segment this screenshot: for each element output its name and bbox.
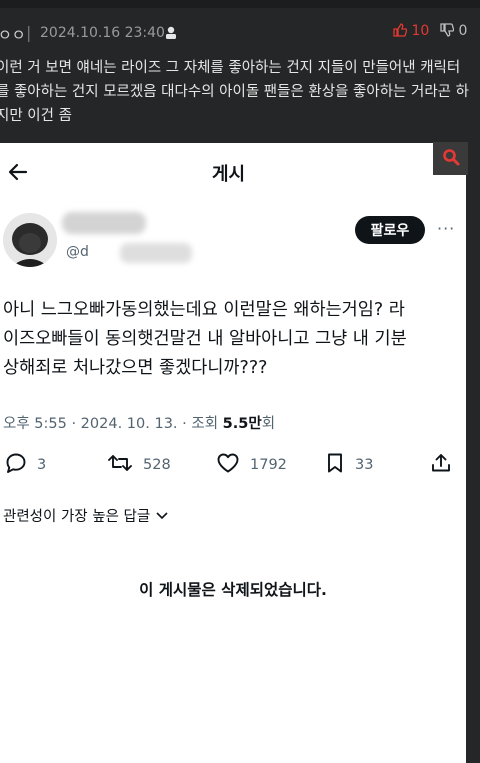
bookmark-count: 33 [355,457,374,473]
post-meta-bar: ㅇㅇ | 2024.10.16 23:40 10 0 [0,20,480,48]
back-arrow-icon[interactable] [6,160,30,184]
replies-sort-dropdown[interactable]: 관련성이 가장 높은 답글 [3,505,169,526]
tweet-line: 아니 느그오빠가동의했는데요 이런말은 왜하는거임? 라 [3,300,405,320]
like-count: 1792 [250,457,287,473]
search-button[interactable] [433,142,468,175]
downvote-count: 0 [458,23,468,39]
upvote-button[interactable]: 10 [393,23,429,39]
top-strip [0,0,480,8]
follow-button[interactable]: 팔로우 [355,216,425,244]
bookmark-button[interactable]: 33 [325,452,373,478]
timestamp: 오후 5:55 · 2024. 10. 13. · 조회 [3,416,223,432]
avatar[interactable] [3,213,57,267]
tweet-line: 이즈오빠들이 동의햇건말건 내 알바아니고 그냥 내 기분 [3,329,407,349]
deleted-post-notice: 이 게시물은 삭제되었습니다. [139,581,327,599]
post-body: 이런 거 보면 얘네는 라이즈 그 자체를 좋아하는 건지 지들이 만들어낸 캐… [0,56,480,128]
post-body-line: 를 좋아하는 건지 모르겠음 대다수의 아이돌 팬들은 환상을 좋아하는 거라곤… [0,84,469,100]
chevron-down-icon [155,509,169,525]
heart-icon [216,452,250,478]
share-button[interactable] [430,452,462,478]
share-icon [430,452,462,478]
search-icon [442,148,460,170]
tweet-timestamp-views: 오후 5:55 · 2024. 10. 13. · 조회 5.5만회 [3,412,275,433]
retweet-count: 528 [143,457,171,473]
reply-button[interactable]: 3 [5,452,46,478]
replies-sort-label: 관련성이 가장 높은 답글 [3,509,151,525]
blurred-display-name [62,212,146,234]
thumbs-up-icon [393,23,408,39]
user-icon [163,25,179,41]
user-handle[interactable]: @d [66,244,89,260]
tweet-line: 상해죄로 처나갔으면 좋겠다니까??? [3,358,268,378]
reply-count: 3 [37,457,47,473]
meta-separator: | [26,23,32,42]
bookmark-icon [325,452,355,478]
retweet-icon [107,452,143,478]
retweet-button[interactable]: 528 [107,452,171,478]
upvote-count: 10 [411,23,430,39]
tweet-text: 아니 느그오빠가동의했는데요 이런말은 왜하는거임? 라 이즈오빠들이 동의햇건… [3,296,463,383]
view-count: 5.5만 [222,416,262,432]
like-button[interactable]: 1792 [216,452,287,478]
post-datetime: 2024.10.16 23:40 [40,25,165,41]
post-body-line: 지만 이건 좀 [0,108,72,124]
view-suffix: 회 [261,416,276,432]
blurred-handle [120,243,192,263]
thumbs-down-icon [440,23,455,39]
page-title: 게시 [212,164,246,185]
reply-icon [5,452,37,478]
downvote-button[interactable]: 0 [440,23,467,39]
right-gutter [466,143,480,763]
more-options-icon[interactable]: ··· [437,219,455,238]
post-body-line: 이런 거 보면 얘네는 라이즈 그 자체를 좋아하는 건지 지들이 만들어낸 캐… [0,60,461,76]
tweet-action-bar: 3 528 1792 33 [0,452,466,478]
author-nickname[interactable]: ㅇㅇ [0,24,26,45]
